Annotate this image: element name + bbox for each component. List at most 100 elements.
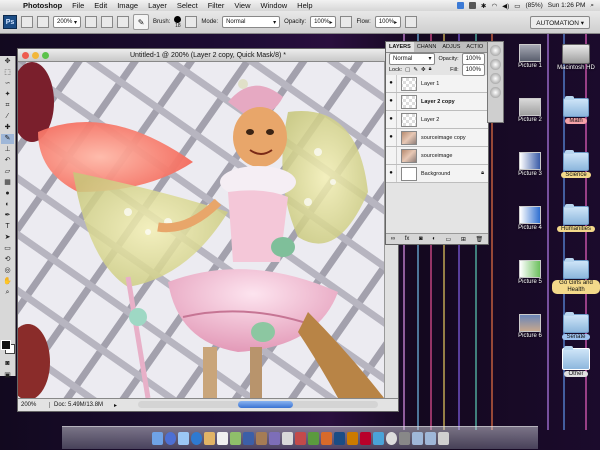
visibility-eye-icon[interactable]: ● <box>386 165 397 182</box>
gradient-tool-icon[interactable]: ▦ <box>1 178 14 188</box>
zoom-dropdown[interactable]: 200% ▾ <box>53 16 82 28</box>
color-panel-icon[interactable] <box>490 59 501 70</box>
blend-mode-dropdown[interactable]: Normal ▾ <box>389 52 436 65</box>
layer-row[interactable]: sourceimage <box>386 147 488 165</box>
clone-stamp-tool-icon[interactable]: ⊥ <box>1 145 14 155</box>
adjustment-layer-icon[interactable]: ◐ <box>432 236 436 242</box>
lock-all-icon[interactable]: 🔒︎ <box>429 66 432 73</box>
desktop-folder-math[interactable]: Math <box>556 96 596 124</box>
fill-field[interactable]: 100% <box>461 63 485 76</box>
word-icon[interactable] <box>294 431 306 445</box>
hand-tool-icon[interactable]: ✋ <box>1 277 14 287</box>
desktop-folder-senate[interactable]: Senate <box>556 312 596 340</box>
garageband-icon[interactable] <box>255 431 267 445</box>
arrange-icon[interactable] <box>101 16 114 28</box>
layer-row[interactable]: ● Layer 2 <box>386 111 488 129</box>
screen-mode-icon[interactable]: ▣ <box>1 371 14 381</box>
layer-style-icon[interactable]: fx <box>405 236 410 242</box>
shape-tool-icon[interactable]: ▭ <box>1 244 14 254</box>
lasso-tool-icon[interactable]: ∽ <box>1 79 14 89</box>
desktop-picture-1[interactable]: Picture 1 <box>512 44 548 69</box>
desktop-folder-humanities[interactable]: Humanities <box>552 204 600 232</box>
finder-icon[interactable] <box>151 431 163 445</box>
add-mask-icon[interactable]: ◙ <box>419 236 423 242</box>
marquee-tool-icon[interactable]: ⬚ <box>1 68 14 78</box>
bluetooth-icon[interactable]: ✱ <box>481 2 486 10</box>
new-layer-icon[interactable]: ⊞ <box>461 236 466 243</box>
itunes-icon[interactable] <box>242 431 254 445</box>
tab-layers[interactable]: LAYERS <box>386 42 414 52</box>
opacity-pressure-icon[interactable] <box>340 16 353 28</box>
status-zoom[interactable]: 200% <box>18 402 50 408</box>
tab-channels[interactable]: CHANN <box>414 42 440 52</box>
safari-icon[interactable] <box>190 431 202 445</box>
opacity-field[interactable]: 100% ▸ <box>310 16 337 28</box>
bridge-icon[interactable] <box>21 16 33 28</box>
iphoto-icon[interactable] <box>229 431 241 445</box>
mail-icon[interactable] <box>177 431 189 445</box>
zoom-tool-icon[interactable]: ⌕ <box>1 288 14 298</box>
path-select-tool-icon[interactable]: ➤ <box>1 233 14 243</box>
wifi-icon[interactable]: ◠ <box>491 2 497 10</box>
documents-stack-icon[interactable] <box>424 431 436 445</box>
system-preferences-icon[interactable] <box>372 431 384 445</box>
menu-select[interactable]: Select <box>172 1 203 10</box>
layer-row[interactable]: ● sourceimage copy <box>386 129 488 147</box>
layer-opacity-field[interactable]: 100% <box>461 52 485 65</box>
visibility-eye-icon[interactable]: ● <box>386 111 397 128</box>
trash-icon[interactable] <box>437 431 449 445</box>
desktop-picture-2[interactable]: Picture 2 <box>512 98 548 123</box>
brush-tool-preset-icon[interactable]: ✎ <box>133 14 150 30</box>
utility-icon[interactable] <box>398 431 410 445</box>
navigator-panel-icon[interactable] <box>490 45 501 56</box>
excel-icon[interactable] <box>307 431 319 445</box>
powerpoint-icon[interactable] <box>320 431 332 445</box>
document-titlebar[interactable]: Untitled-1 @ 200% (Layer 2 copy, Quick M… <box>18 49 398 62</box>
brush-picker[interactable]: 18 <box>174 15 182 29</box>
volume-icon[interactable]: ◀) <box>502 2 509 10</box>
tab-actions[interactable]: ACTIO <box>463 42 486 52</box>
brush-panel-toggle-icon[interactable] <box>185 16 198 28</box>
menu-app-name[interactable]: Photoshop <box>18 1 67 10</box>
desktop-picture-5[interactable]: Picture 5 <box>512 260 548 285</box>
crop-tool-icon[interactable]: ⌗ <box>1 101 14 111</box>
move-tool-icon[interactable]: ✥ <box>1 57 14 67</box>
acrobat-icon[interactable] <box>359 431 371 445</box>
menubar-clock[interactable]: Sun 1:26 PM <box>548 2 586 9</box>
new-group-icon[interactable]: ▭ <box>446 236 452 243</box>
swatches-panel-icon[interactable] <box>490 73 501 84</box>
quick-select-tool-icon[interactable]: ✦ <box>1 90 14 100</box>
ical-icon[interactable] <box>216 431 228 445</box>
desktop-macintosh-hd[interactable]: Macintosh HD <box>556 44 596 71</box>
menu-file[interactable]: File <box>67 1 89 10</box>
menu-view[interactable]: View <box>229 1 255 10</box>
dodge-tool-icon[interactable]: ◐ <box>1 200 14 210</box>
menu-filter[interactable]: Filter <box>203 1 230 10</box>
horizontal-scroll-thumb[interactable] <box>238 401 293 408</box>
desktop-folder-other[interactable]: Other <box>556 346 596 377</box>
address-book-icon[interactable] <box>203 431 215 445</box>
preview-icon[interactable] <box>281 431 293 445</box>
brush-tool-icon[interactable]: ✎ <box>1 134 14 144</box>
3d-rotate-tool-icon[interactable]: ⟲ <box>1 255 14 265</box>
delete-layer-icon[interactable]: 🗑︎ <box>475 236 483 243</box>
view-extras-icon[interactable] <box>37 16 49 28</box>
menu-layer[interactable]: Layer <box>143 1 172 10</box>
eyedropper-tool-icon[interactable]: ⁄ <box>1 112 14 122</box>
status-app-icon[interactable] <box>456 2 464 9</box>
status-arrow-icon[interactable]: ▸ <box>114 402 117 409</box>
menu-help[interactable]: Help <box>292 1 317 10</box>
sync-icon[interactable] <box>468 2 476 9</box>
eraser-tool-icon[interactable]: ▱ <box>1 167 14 177</box>
layer-row-selected[interactable]: ● Layer 2 copy <box>386 93 488 111</box>
horizontal-scrollbar[interactable] <box>138 401 378 408</box>
blur-tool-icon[interactable]: ● <box>1 189 14 199</box>
link-layers-icon[interactable]: ∞ <box>391 236 395 242</box>
lock-position-icon[interactable]: ✥ <box>421 67 426 73</box>
quick-mask-icon[interactable]: ◙ <box>1 359 14 369</box>
menu-edit[interactable]: Edit <box>89 1 112 10</box>
healing-tool-icon[interactable]: ✚ <box>1 123 14 133</box>
photoshop-icon[interactable] <box>333 431 345 445</box>
3d-orbit-tool-icon[interactable]: ◎ <box>1 266 14 276</box>
visibility-empty-icon[interactable] <box>386 147 397 164</box>
